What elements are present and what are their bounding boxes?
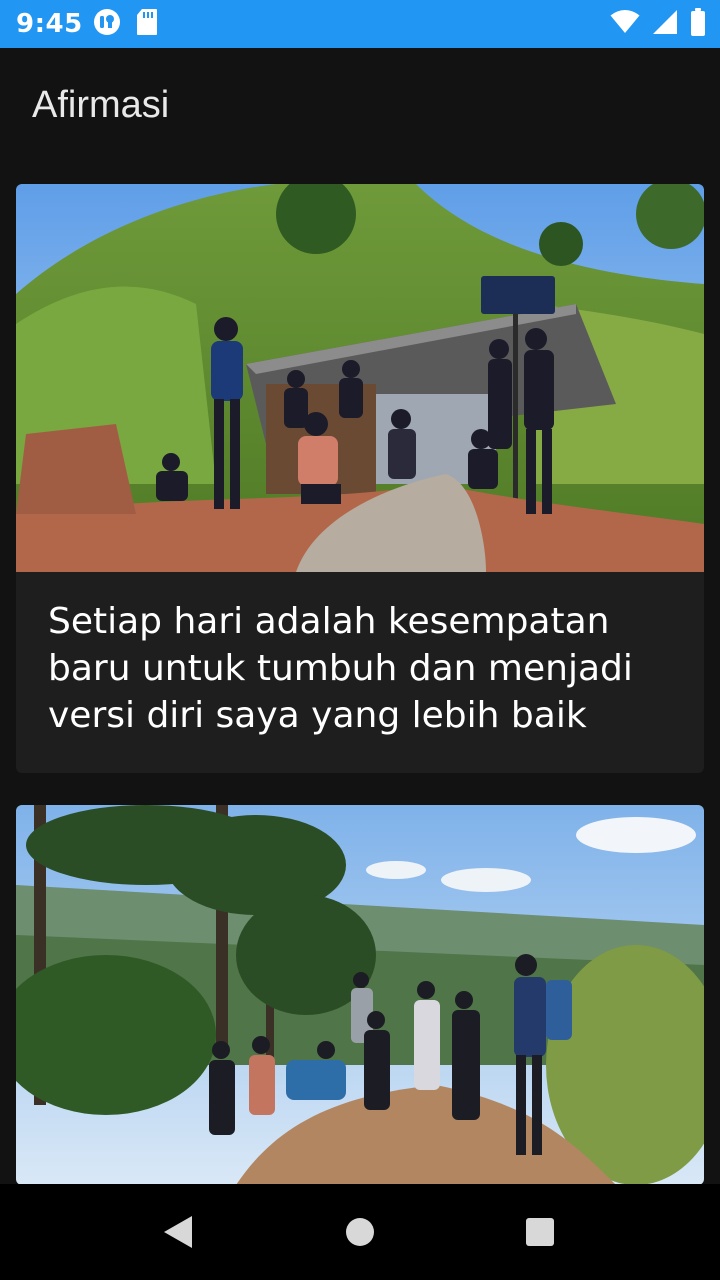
pos-sign xyxy=(481,276,555,314)
affirmation-card[interactable] xyxy=(16,805,704,1184)
battery-icon xyxy=(690,7,706,41)
status-bar: 9:45 xyxy=(0,0,720,48)
sd-card-icon xyxy=(136,8,158,41)
navigation-bar xyxy=(0,1184,720,1280)
home-icon xyxy=(346,1218,374,1246)
wifi-icon xyxy=(610,9,640,39)
status-time: 9:45 xyxy=(16,9,83,39)
affirmation-feed[interactable]: Setiap hari adalah kesempatan baru untuk… xyxy=(16,184,704,1184)
affirmation-card[interactable]: Setiap hari adalah kesempatan baru untuk… xyxy=(16,184,704,773)
status-right-icons xyxy=(610,7,706,41)
app-title: Afirmasi xyxy=(32,84,170,126)
card-photo-hikers-shelter xyxy=(16,184,704,572)
home-button[interactable] xyxy=(300,1184,420,1280)
signal-icon xyxy=(652,9,678,40)
recents-button[interactable] xyxy=(480,1184,600,1280)
app-bar: Afirmasi xyxy=(0,48,720,160)
notification-app-icon xyxy=(92,7,122,42)
back-button[interactable] xyxy=(118,1184,238,1280)
back-icon xyxy=(164,1216,192,1248)
recents-icon xyxy=(526,1218,554,1246)
card-photo-hikers-forest xyxy=(16,805,704,1184)
status-left-icons xyxy=(92,8,158,41)
affirmation-text: Setiap hari adalah kesempatan baru untuk… xyxy=(48,601,633,736)
